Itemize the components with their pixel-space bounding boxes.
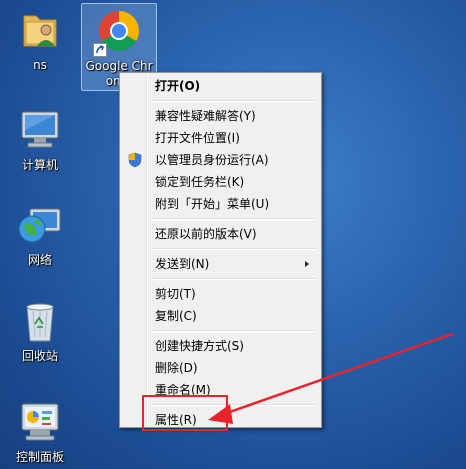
annotation-arrow <box>208 332 454 424</box>
